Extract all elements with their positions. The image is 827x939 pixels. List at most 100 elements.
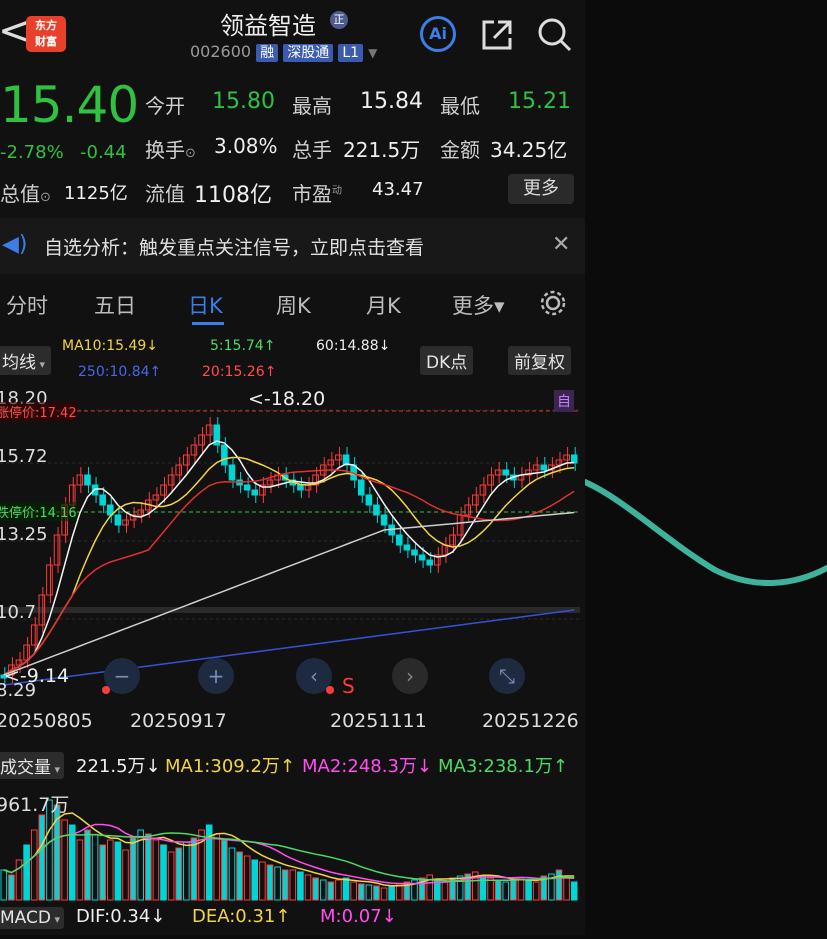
ma20-value: 20:15.26↑ [202,364,277,380]
volume-label: 总手 [292,138,332,162]
volume-bar [510,879,517,901]
volume-bar [388,885,395,901]
volume-bar [175,847,183,901]
candle-body [251,489,259,496]
ma5-value: 5:15.74↑ [210,338,276,354]
macd-dea: DEA:0.31↑ [192,906,291,927]
separator [0,607,580,613]
macd-select[interactable]: MACD ▾ [0,907,64,929]
volume-select[interactable]: 成交量 ▾ [0,752,65,779]
volume-bar [251,859,259,901]
more-quote-button[interactable]: 更多 [508,174,574,204]
pe-label-text: 市盈 [292,182,332,206]
expand-icon[interactable]: ⤡ [489,658,525,694]
kline-chart[interactable] [0,385,585,705]
candle-body [380,514,388,526]
close-icon[interactable]: ✕ [552,232,570,257]
volume-bar [259,861,266,901]
tag-connect: 深股通 [283,44,334,62]
mktcap-label: 总值⊙ [0,178,51,207]
candle-body [198,434,205,446]
candle-body [502,469,510,476]
candle-body [53,534,61,566]
pe-label: 市盈动 [292,178,342,207]
tab-five-day[interactable]: 五日 [94,290,136,320]
volume-bar [274,866,281,901]
candle-body [479,484,487,496]
volume-bar [327,881,335,901]
open-label: 今开 [145,94,185,118]
float-label: 流值 [145,182,185,206]
candle-body [472,494,479,506]
tab-monthly-k[interactable]: 月K [366,290,401,320]
high-label: 最高 [292,94,332,118]
volume-bar [167,851,175,901]
signal-dot [326,686,334,694]
volume-bar [380,887,388,901]
tab-daily-k[interactable]: 日K [188,290,223,320]
low-value: 15.21 [508,89,571,114]
volume-bar [228,847,236,901]
share-icon[interactable] [480,18,514,56]
low-label: 最低 [440,94,480,118]
pe-value: 43.47 [372,179,424,200]
speaker-icon: ◀) [2,232,28,257]
tab-more[interactable]: 更多▾ [452,290,505,320]
limit-down-label: 跌停价:14.16 [0,502,77,521]
pe-dynamic-mark: 动 [332,185,342,197]
candle-body [456,514,464,536]
high-value: 15.84 [360,89,423,114]
volume-bar [84,829,91,901]
volume-bar [487,877,494,901]
mktcap-label-text: 总值 [0,182,40,206]
y-tick-2: 13.25 [0,524,48,545]
float-value: 1108亿 [194,183,272,208]
stock-code-row[interactable]: 002600 融 深股通 L1 ▼ [190,42,377,62]
adjust-button[interactable]: 前复权 [508,346,571,375]
volume-ma3: MA3:238.1万↑ [438,756,568,777]
gear-icon[interactable] [538,288,568,322]
y-tick-3: 10.7 [0,602,37,623]
notice-bar[interactable]: ◀) 自选分析：触发重点关注信号，立即点击查看 ✕ [0,218,585,274]
active-tab-indicator [192,322,224,325]
tab-intraday[interactable]: 分时 [6,290,48,320]
volume-bar [297,871,304,901]
stock-title: 领益智造 [220,12,316,40]
ma-select[interactable]: 均线 ▾ [0,346,52,375]
volume-bar [160,844,167,901]
info-icon[interactable]: ⊙ [40,190,51,205]
volume-bar [68,824,76,901]
volume-bar [342,877,350,901]
candle-body [190,444,198,456]
volume-bar [236,851,243,901]
candle-body [418,554,426,561]
candle-body [167,474,175,486]
tab-weekly-k[interactable]: 周K [276,290,311,320]
mktcap-value: 1125亿 [64,183,128,204]
sell-signal-marker: S [342,674,355,698]
crosshair-button[interactable]: + [198,658,234,694]
amount-label: 金额 [440,138,480,162]
ai-assistant-button[interactable]: Ai [420,16,456,52]
date-label-3: 20251226 [482,710,579,732]
candle-body [563,454,570,461]
chevron-down-icon: ▾ [51,763,61,776]
volume-bar [319,879,327,901]
info-icon[interactable]: ⊙ [185,146,196,161]
candle-body [403,544,411,551]
macd-m: M:0.07↓ [320,906,397,927]
volume-bar [243,855,251,901]
candle-body [160,484,167,496]
volume-bar [183,841,190,901]
volume-bars [0,799,578,901]
volume-bar [76,839,84,901]
turnover-value: 3.08% [214,134,278,158]
search-icon[interactable] [536,16,572,56]
volume-bar [350,881,357,901]
chevron-right-icon[interactable]: › [392,658,428,694]
candle-body [540,464,548,471]
candle-body [335,454,342,461]
volume-chart[interactable] [0,784,585,904]
volume-value: 221.5万 [343,138,421,162]
dk-point-button[interactable]: DK点 [420,346,474,375]
